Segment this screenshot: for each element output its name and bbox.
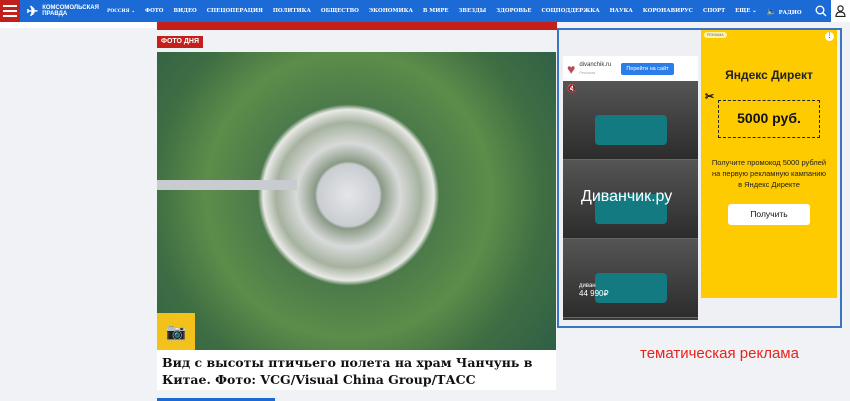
yandex-direct-logo: Яндекс Директ bbox=[725, 68, 813, 82]
get-button[interactable]: Получить bbox=[728, 204, 810, 225]
main-nav: РОССИЯ ⌄ ФОТО ВИДЕО СПЕЦОПЕРАЦИЯ ПОЛИТИК… bbox=[99, 6, 812, 16]
ad-label: РЕКЛАМА bbox=[704, 32, 727, 38]
search-icon[interactable] bbox=[812, 5, 831, 17]
camera-icon[interactable]: 📷 bbox=[157, 313, 195, 350]
nav-item[interactable]: ЭКОНОМИКА bbox=[369, 8, 413, 14]
nav-item[interactable]: СПОРТ bbox=[703, 8, 725, 14]
ad-brand: Диванчик.ру bbox=[581, 188, 673, 205]
nav-more[interactable]: ЕЩЕ ⌄ bbox=[735, 8, 757, 14]
radio-button[interactable]: 🔈 РАДИО bbox=[767, 6, 802, 16]
article-photo[interactable] bbox=[157, 52, 556, 350]
speaker-icon: 🔈 bbox=[766, 6, 777, 16]
more-options-icon[interactable]: ⋮ bbox=[825, 32, 834, 41]
logo-text: Комсомольская правда bbox=[42, 5, 99, 17]
bridge bbox=[157, 180, 297, 190]
nav-item[interactable]: ПОЛИТИКА bbox=[273, 8, 311, 14]
user-icon[interactable] bbox=[830, 0, 850, 22]
nav-item[interactable]: СПЕЦОПЕРАЦИЯ bbox=[207, 8, 263, 14]
price: диван 44 990₽ bbox=[579, 283, 609, 298]
nav-item[interactable]: ОБЩЕСТВО bbox=[321, 8, 359, 14]
visit-site-button[interactable]: Перейти на сайт bbox=[621, 62, 674, 75]
sofa-image bbox=[595, 115, 667, 145]
article-caption[interactable]: Вид с высоты птичьего полета на храм Чан… bbox=[157, 350, 556, 390]
ad-block: ♥ divanchik.ru Реклама Перейти на сайт 🔇 … bbox=[557, 28, 842, 328]
nav-item[interactable]: ЗДОРОВЬЕ bbox=[496, 8, 531, 14]
header: ✈ Комсомольская правда РОССИЯ ⌄ ФОТО ВИДЕ… bbox=[0, 0, 850, 22]
menu-icon[interactable] bbox=[0, 0, 21, 22]
nav-item[interactable]: ВИДЕО bbox=[174, 8, 197, 14]
photo-of-day-badge[interactable]: ФОТО ДНЯ bbox=[157, 36, 203, 48]
coupon: ✂ 5000 руб. bbox=[705, 92, 820, 138]
promo-text: Получите промокод 5000 рублей на первую … bbox=[711, 158, 827, 189]
ad-label: Реклама bbox=[579, 69, 596, 75]
nav-item[interactable]: НАУКА bbox=[610, 8, 633, 14]
yandex-ad[interactable]: РЕКЛАМА ⋮ Яндекс Директ ✂ 5000 руб. Получ… bbox=[701, 30, 837, 298]
nav-item[interactable]: В МИРЕ bbox=[423, 8, 449, 14]
nav-item[interactable]: ЗВЕЗДЫ bbox=[459, 8, 487, 14]
annotation-label: тематическая реклама bbox=[640, 345, 799, 362]
region-selector[interactable]: РОССИЯ ⌄ bbox=[107, 9, 135, 14]
logo[interactable]: ✈ Комсомольская правда bbox=[26, 4, 99, 18]
nav-item[interactable]: КОРОНАВИРУС bbox=[643, 8, 693, 14]
divan-logo-icon: ♥ bbox=[567, 60, 576, 77]
mute-icon[interactable]: 🔇 bbox=[567, 84, 577, 93]
nav-item[interactable]: ФОТО bbox=[145, 8, 164, 14]
scissors-icon: ✂ bbox=[705, 91, 715, 103]
red-strip bbox=[157, 22, 557, 30]
divider bbox=[0, 22, 156, 28]
ad-domain: divanchik.ru bbox=[579, 61, 612, 68]
divan-ad[interactable]: ♥ divanchik.ru Реклама Перейти на сайт 🔇 … bbox=[563, 56, 698, 320]
nav-item[interactable]: СОЦПОДДЕРЖКА bbox=[541, 8, 599, 14]
